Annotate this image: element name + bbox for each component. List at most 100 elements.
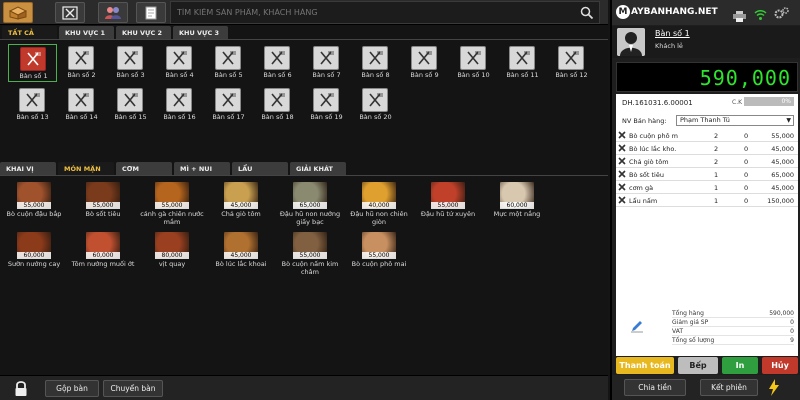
- pen-icon[interactable]: [630, 318, 644, 337]
- table-item[interactable]: Bàn số 7: [302, 44, 351, 82]
- search-icon[interactable]: [580, 5, 594, 24]
- cancel-button[interactable]: Hủy: [762, 357, 798, 374]
- table-item[interactable]: Bàn số 6: [253, 44, 302, 82]
- table-label: Bàn số 20: [359, 113, 392, 121]
- avatar: [617, 28, 645, 56]
- product-item[interactable]: 55,000 Bò cuộn đậu bắp: [0, 180, 68, 236]
- split-bill-button[interactable]: Chia tiền: [624, 379, 686, 396]
- tab-appetizer[interactable]: KHAI VỊ: [0, 162, 56, 175]
- product-item[interactable]: 60,000 Tôm nướng muối ớt: [69, 230, 137, 286]
- box-icon[interactable]: [3, 2, 33, 23]
- line-qty[interactable]: 1: [714, 197, 718, 205]
- merge-table-button[interactable]: Gộp bàn: [45, 380, 99, 397]
- table-item[interactable]: Bàn số 17: [204, 86, 253, 124]
- tab-area-3[interactable]: KHU VỰC 3: [173, 26, 228, 39]
- line-qty[interactable]: 1: [714, 184, 718, 192]
- remove-icon[interactable]: [618, 131, 626, 141]
- order-line[interactable]: Bò sốt tiêu 1 0 65,000: [616, 168, 798, 181]
- lightning-icon[interactable]: [768, 379, 780, 400]
- table-item[interactable]: Bàn số 10: [449, 44, 498, 82]
- fork-knife-icon: [166, 46, 192, 70]
- table-label: Bàn số 10: [457, 71, 490, 79]
- print-button[interactable]: In: [722, 357, 758, 374]
- table-label: Bàn số 6: [263, 71, 292, 79]
- table-item[interactable]: Bàn số 12: [547, 44, 596, 82]
- table-item[interactable]: Bàn số 14: [57, 86, 106, 124]
- tab-area-1[interactable]: KHU VỰC 1: [59, 26, 114, 39]
- order-line[interactable]: cơm gà 1 0 45,000: [616, 181, 798, 194]
- table-item[interactable]: Bàn số 19: [302, 86, 351, 124]
- pos-app: TẤT CẢ KHU VỰC 1 KHU VỰC 2 KHU VỰC 3 Bàn…: [0, 0, 800, 400]
- table-item[interactable]: Bàn số 1: [8, 44, 57, 82]
- table-item[interactable]: Bàn số 11: [498, 44, 547, 82]
- table-item[interactable]: Bàn số 9: [400, 44, 449, 82]
- order-line[interactable]: Bò lúc lắc kho. 2 0 45,000: [616, 142, 798, 155]
- table-item[interactable]: Bàn số 13: [8, 86, 57, 124]
- close-session-button[interactable]: Kết phiên: [700, 379, 758, 396]
- tab-hotpot[interactable]: LẨU: [232, 162, 288, 175]
- customer-name[interactable]: Khách lẻ: [655, 42, 683, 50]
- table-item[interactable]: Bàn số 16: [155, 86, 204, 124]
- order-summary: Tổng hàng 590,000 Giảm giá SP 0 VAT 0 Tổng …: [616, 310, 798, 352]
- tab-all[interactable]: TẤT CẢ: [2, 26, 57, 39]
- product-item[interactable]: 55,000 Đậu hũ tứ xuyên: [414, 180, 482, 236]
- line-qty[interactable]: 2: [714, 132, 718, 140]
- line-qty[interactable]: 1: [714, 171, 718, 179]
- product-item[interactable]: 65,000 Đậu hũ non nướng giấy bạc: [276, 180, 344, 236]
- tab-area-2[interactable]: KHU VỰC 2: [116, 26, 171, 39]
- table-item[interactable]: Bàn số 20: [351, 86, 400, 124]
- product-item[interactable]: 45,000 Chả giò tôm: [207, 180, 275, 236]
- search-input[interactable]: [170, 1, 600, 24]
- staff-select[interactable]: Phạm Thanh Tú ▼: [676, 115, 794, 126]
- product-item[interactable]: 55,000 Bò sốt tiêu: [69, 180, 137, 236]
- remove-icon[interactable]: [618, 170, 626, 180]
- remove-icon[interactable]: [618, 183, 626, 193]
- customers-icon[interactable]: [98, 2, 128, 23]
- table-item[interactable]: Bàn số 8: [351, 44, 400, 82]
- table-label: Bàn số 5: [214, 71, 243, 79]
- product-name: cánh gà chiên nước mắm: [140, 210, 204, 226]
- move-table-button[interactable]: Chuyển bàn: [103, 380, 163, 397]
- order-table-name[interactable]: Bàn số 1: [655, 29, 690, 38]
- order-line[interactable]: Chả giò tôm 2 0 45,000: [616, 155, 798, 168]
- table-item[interactable]: Bàn số 5: [204, 44, 253, 82]
- fork-knife-icon: [264, 46, 290, 70]
- remove-icon[interactable]: [618, 196, 626, 206]
- fork-knife-icon: [19, 88, 45, 112]
- product-item[interactable]: 40,000 Đậu hũ non chiên giòn: [345, 180, 413, 236]
- tab-rice[interactable]: CƠM: [116, 162, 172, 175]
- order-line[interactable]: Bò cuộn phô m 2 0 55,000: [616, 129, 798, 142]
- table-item[interactable]: Bàn số 18: [253, 86, 302, 124]
- tab-drinks[interactable]: GIẢI KHÁT: [290, 162, 346, 175]
- discount-input[interactable]: 0%: [744, 97, 794, 106]
- pay-button[interactable]: Thanh toán: [616, 357, 674, 374]
- settings-icon[interactable]: [774, 5, 790, 24]
- tab-main-dishes[interactable]: MÓN MẶN: [58, 162, 114, 175]
- notes-icon[interactable]: [136, 2, 166, 23]
- printer-icon[interactable]: [733, 7, 746, 26]
- product-item[interactable]: 60,000 Sườn nướng cay: [0, 230, 68, 286]
- line-name: Lẩu nấm: [629, 197, 658, 205]
- summary-vat: VAT 0: [672, 328, 794, 336]
- product-item[interactable]: 60,000 Mực một nắng: [483, 180, 551, 236]
- table-item[interactable]: Bàn số 4: [155, 44, 204, 82]
- kitchen-button[interactable]: Bếp: [678, 357, 718, 374]
- remove-icon[interactable]: [618, 157, 626, 167]
- product-item[interactable]: 80,000 vịt quay: [138, 230, 206, 286]
- table-item[interactable]: Bàn số 15: [106, 86, 155, 124]
- product-price: 60,000: [500, 202, 534, 209]
- order-line[interactable]: Lẩu nấm 1 0 150,000: [616, 194, 798, 207]
- line-qty[interactable]: 2: [714, 158, 718, 166]
- product-item[interactable]: 45,000 Bò lúc lắc khoai: [207, 230, 275, 286]
- product-item[interactable]: 55,000 Bò cuộn nấm kim châm: [276, 230, 344, 286]
- line-qty[interactable]: 2: [714, 145, 718, 153]
- restaurant-icon[interactable]: [55, 2, 85, 23]
- lock-icon[interactable]: [14, 380, 28, 400]
- table-item[interactable]: Bàn số 3: [106, 44, 155, 82]
- product-item[interactable]: 55,000 Bò cuộn phô mai: [345, 230, 413, 286]
- table-item[interactable]: Bàn số 2: [57, 44, 106, 82]
- tab-noodles[interactable]: MÌ + NUI: [174, 162, 230, 175]
- remove-icon[interactable]: [618, 144, 626, 154]
- product-item[interactable]: 55,000 cánh gà chiên nước mắm: [138, 180, 206, 236]
- fork-knife-icon: [68, 46, 94, 70]
